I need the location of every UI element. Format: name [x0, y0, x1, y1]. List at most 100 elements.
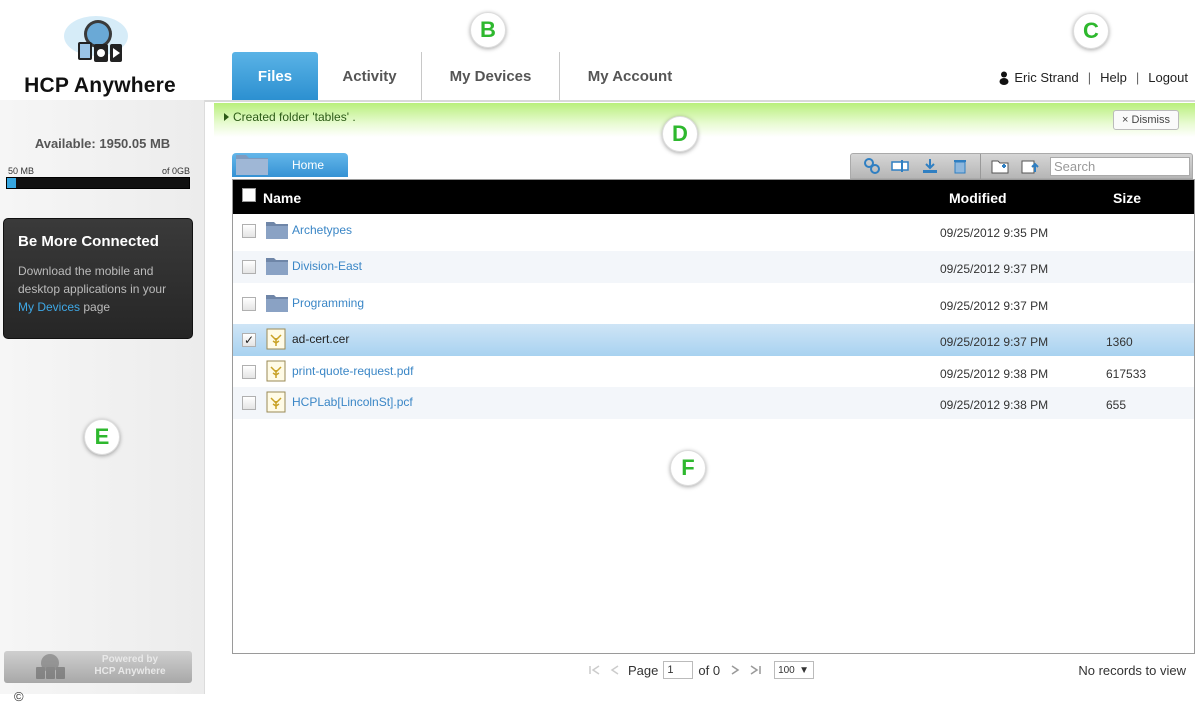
quota-progress-bar: [6, 177, 190, 189]
row-checkbox[interactable]: ✓: [242, 333, 256, 347]
table-row[interactable]: Division-East 09/25/2012 9:37 PM: [233, 251, 1194, 283]
logo-text: HCP Anywhere: [24, 74, 176, 97]
file-size: 617533: [1106, 367, 1147, 381]
row-checkbox[interactable]: [242, 260, 256, 274]
modified-date: 09/25/2012 9:37 PM: [940, 262, 1049, 276]
file-name-link[interactable]: Archetypes: [292, 223, 352, 237]
powered-by-text: Powered by HCP Anywhere: [82, 654, 178, 678]
records-status: No records to view: [1078, 663, 1186, 678]
row-checkbox[interactable]: [242, 396, 256, 410]
table-row[interactable]: HCPLab[LincolnSt].pcf 09/25/2012 9:38 PM…: [233, 387, 1194, 419]
table-row[interactable]: Programming 09/25/2012 9:37 PM: [233, 288, 1194, 320]
column-header-modified[interactable]: Modified: [949, 190, 1007, 206]
row-checkbox[interactable]: [242, 224, 256, 238]
modified-date: 09/25/2012 9:38 PM: [940, 367, 1049, 381]
my-devices-link[interactable]: My Devices: [18, 300, 80, 314]
user-nav: Eric Strand | Help | Logout: [999, 70, 1188, 85]
download-icon[interactable]: [921, 157, 939, 175]
quota-used-label: 50 MB: [8, 166, 35, 176]
file-grid: Name Modified Size Archetypes 09/25/2012…: [232, 179, 1195, 654]
callout-c: C: [1073, 13, 1109, 49]
rows-per-page-select[interactable]: 100 ▼: [774, 661, 815, 679]
folder-icon: [266, 295, 288, 312]
tab-my-devices[interactable]: My Devices: [422, 52, 560, 101]
table-row[interactable]: ✓ ad-cert.cer 09/25/2012 9:37 PM 1360: [233, 324, 1194, 356]
toolbar-separator: [980, 154, 981, 180]
select-all-checkbox[interactable]: [242, 188, 256, 202]
tab-activity[interactable]: Activity: [318, 52, 422, 101]
notification-message: Created folder 'tables' .: [224, 110, 356, 124]
main-tabs: Files Activity My Devices My Account: [232, 52, 700, 101]
file-name-link[interactable]: print-quote-request.pdf: [292, 364, 413, 378]
promo-text-post: page: [80, 300, 111, 314]
quota-total-label: of 0GB: [161, 166, 190, 176]
modified-date: 09/25/2012 9:38 PM: [940, 398, 1049, 412]
delete-icon[interactable]: [951, 157, 969, 175]
page-number-input[interactable]: 1: [663, 661, 694, 679]
table-row[interactable]: print-quote-request.pdf 09/25/2012 9:38 …: [233, 356, 1194, 388]
breadcrumb-home[interactable]: Home: [232, 153, 348, 177]
document-file-icon: [266, 391, 286, 413]
link-icon[interactable]: [863, 157, 881, 175]
callout-d: D: [662, 116, 698, 152]
first-page-icon[interactable]: [588, 665, 602, 675]
column-header-size[interactable]: Size: [1113, 190, 1141, 206]
dismiss-button[interactable]: × Dismiss: [1113, 110, 1179, 130]
file-name-link[interactable]: HCPLab[LincolnSt].pcf: [292, 395, 413, 409]
promo-text-pre: Download the mobile and desktop applicat…: [18, 264, 167, 296]
notification-bar: Created folder 'tables' . × Dismiss: [214, 103, 1195, 137]
document-file-icon: [266, 360, 286, 382]
upload-icon[interactable]: [1021, 157, 1039, 175]
promo-text: Download the mobile and desktop applicat…: [18, 262, 178, 316]
file-toolbar: Search: [850, 153, 1193, 180]
file-name-link[interactable]: ad-cert.cer: [292, 332, 349, 346]
row-checkbox[interactable]: [242, 297, 256, 311]
folder-icon: [266, 258, 288, 275]
callout-b: B: [470, 12, 506, 48]
copyright-icon: ©: [14, 689, 24, 704]
pager: Page 1 of 0 100 ▼: [588, 660, 815, 680]
grid-header: Name Modified Size: [233, 180, 1194, 214]
logout-link[interactable]: Logout: [1148, 70, 1188, 85]
page-count-label: of 0: [698, 662, 721, 678]
help-link[interactable]: Help: [1100, 70, 1127, 85]
expand-arrow-icon[interactable]: [224, 113, 229, 121]
powered-by-line2: HCP Anywhere: [94, 666, 166, 677]
prev-page-icon[interactable]: [608, 665, 622, 675]
hcp-anywhere-page: HCP Anywhere Files Activity My Devices M…: [0, 0, 1200, 720]
breadcrumb-home-label: Home: [292, 158, 325, 172]
header-divider: [205, 100, 1195, 102]
callout-f: F: [670, 450, 706, 486]
available-space: Available: 1950.05 MB: [34, 136, 171, 151]
file-name-link[interactable]: Programming: [292, 296, 364, 310]
rows-per-page-value: 100: [778, 664, 795, 676]
file-name-link[interactable]: Division-East: [292, 259, 362, 273]
rename-icon[interactable]: [891, 157, 909, 175]
search-input[interactable]: Search: [1050, 157, 1190, 176]
callout-e: E: [84, 419, 120, 455]
last-page-icon[interactable]: [748, 665, 762, 675]
table-row[interactable]: Archetypes 09/25/2012 9:35 PM: [233, 215, 1194, 247]
powered-by-line1: Powered by: [101, 654, 159, 665]
logo[interactable]: HCP Anywhere: [0, 0, 205, 100]
modified-date: 09/25/2012 9:35 PM: [940, 226, 1049, 240]
new-folder-icon[interactable]: [991, 157, 1009, 175]
chevron-down-icon: ▼: [799, 664, 810, 676]
powered-by-badge[interactable]: Powered by HCP Anywhere: [4, 651, 192, 683]
modified-date: 09/25/2012 9:37 PM: [940, 335, 1049, 349]
quota-labels: 50 MB of 0GB: [8, 166, 190, 176]
sidebar: Available: 1950.05 MB 50 MB of 0GB Be Mo…: [0, 100, 205, 694]
quota-progress-fill: [7, 178, 17, 188]
file-size: 655: [1106, 398, 1127, 412]
file-size: 1360: [1106, 335, 1133, 349]
promo-title: Be More Connected: [18, 233, 159, 250]
user-name-link[interactable]: Eric Strand: [1014, 70, 1078, 85]
tab-files[interactable]: Files: [232, 52, 318, 101]
column-header-name[interactable]: Name: [263, 190, 301, 206]
modified-date: 09/25/2012 9:37 PM: [940, 299, 1049, 313]
promo-box: Be More Connected Download the mobile an…: [3, 218, 193, 339]
next-page-icon[interactable]: [728, 665, 742, 675]
tab-my-account[interactable]: My Account: [560, 52, 700, 101]
row-checkbox[interactable]: [242, 365, 256, 379]
nav-separator: |: [1135, 70, 1140, 85]
